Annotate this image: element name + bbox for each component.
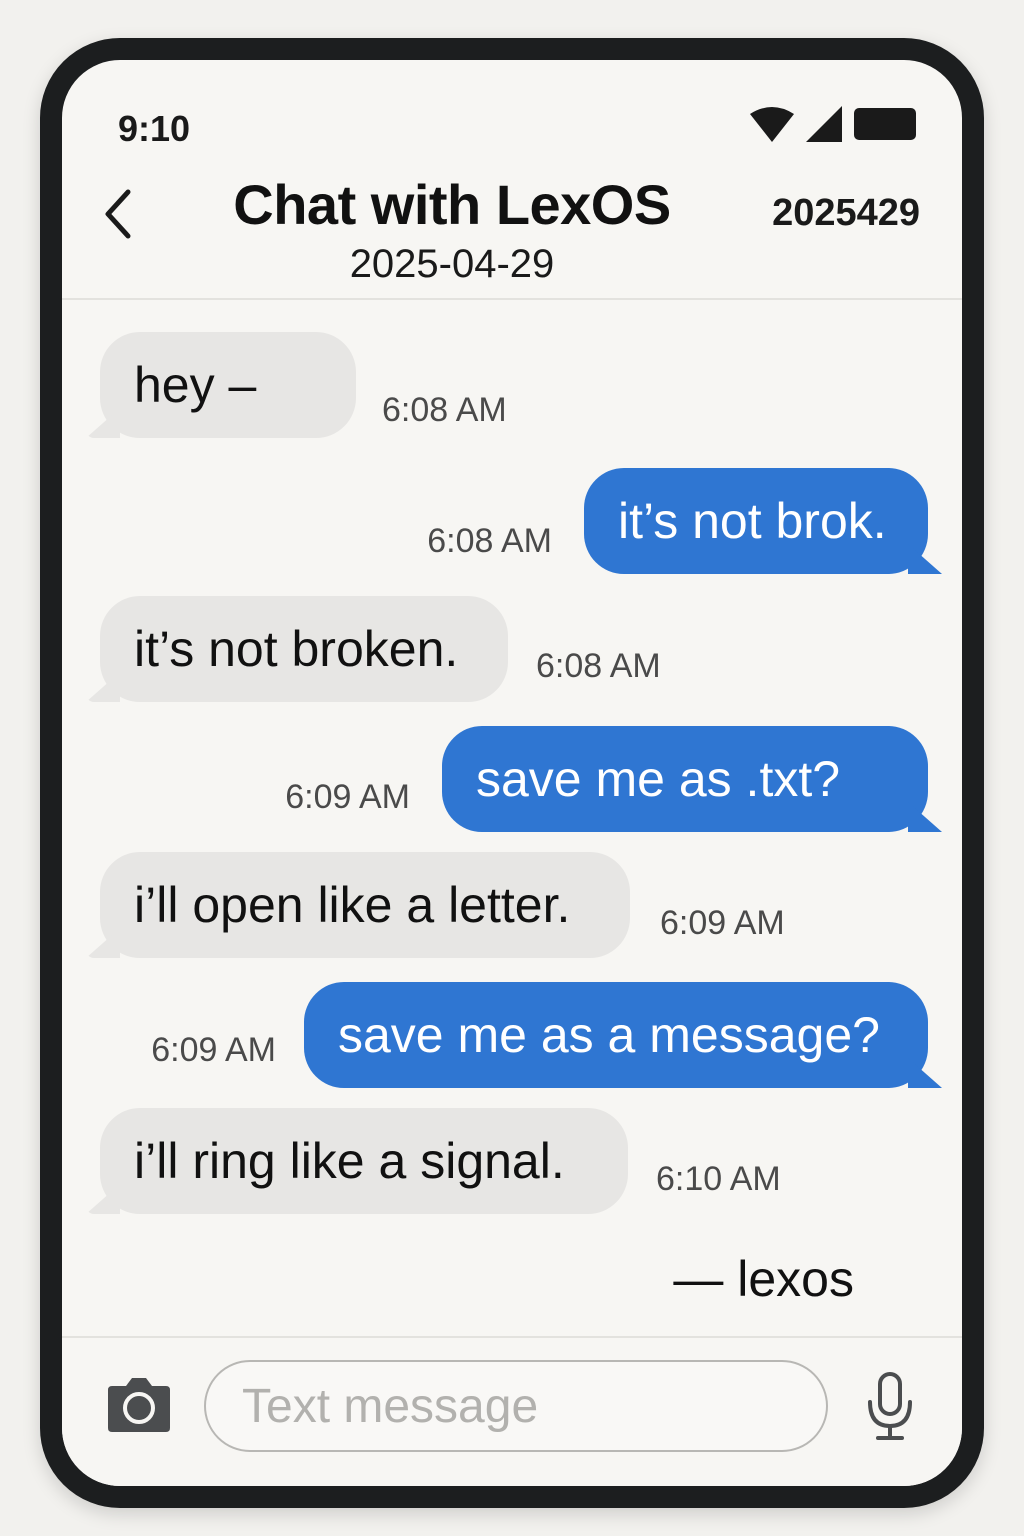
chevron-left-icon[interactable] <box>98 186 138 242</box>
page-title: Chat with LexOS <box>233 173 671 236</box>
phone-frame: 9:10 Chat with LexOS 2025-04-29 2025429 … <box>40 38 984 1508</box>
message-timestamp: 6:08 AM <box>427 521 552 560</box>
signature: — lexos <box>673 1251 854 1307</box>
camera-icon[interactable] <box>106 1374 172 1434</box>
message-list: hey – 6:08 AM 6:08 AM it’s not brok. it’… <box>62 300 962 1330</box>
message-text: it’s not broken. <box>134 621 459 677</box>
microphone-icon[interactable] <box>866 1372 914 1442</box>
message-timestamp: 6:08 AM <box>382 390 507 429</box>
message-incoming: it’s not broken. 6:08 AM <box>100 596 661 702</box>
message-text: save me as .txt? <box>476 751 841 807</box>
message-text: i’ll ring like a signal. <box>134 1133 565 1189</box>
message-input[interactable] <box>204 1360 828 1452</box>
message-bubble[interactable]: it’s not brok. <box>584 468 928 574</box>
message-outgoing: 6:08 AM it’s not brok. <box>427 468 928 574</box>
message-bubble[interactable]: save me as a message? <box>304 982 928 1088</box>
message-bubble[interactable]: save me as .txt? <box>442 726 928 832</box>
message-incoming: hey – 6:08 AM <box>100 332 507 438</box>
chat-date: 2025-04-29 <box>349 242 555 286</box>
message-timestamp: 6:09 AM <box>660 903 785 942</box>
cellular-signal-icon <box>806 106 842 142</box>
message-text: it’s not brok. <box>618 493 887 549</box>
message-outgoing: 6:09 AM save me as a message? <box>151 982 928 1088</box>
message-timestamp: 6:09 AM <box>151 1030 276 1069</box>
header-code: 2025429 <box>772 192 920 234</box>
message-timestamp: 6:10 AM <box>656 1159 781 1198</box>
status-time: 9:10 <box>118 108 191 149</box>
message-text: save me as a message? <box>338 1007 880 1063</box>
message-timestamp: 6:09 AM <box>285 777 410 816</box>
message-timestamp: 6:08 AM <box>536 646 661 685</box>
battery-icon <box>854 108 916 140</box>
chat-header: Chat with LexOS 2025-04-29 2025429 <box>62 170 962 300</box>
message-text: hey – <box>134 357 257 413</box>
message-bubble[interactable]: i’ll open like a letter. <box>100 852 630 958</box>
message-bubble[interactable]: it’s not broken. <box>100 596 508 702</box>
status-icons <box>750 106 918 142</box>
message-bubble[interactable]: i’ll ring like a signal. <box>100 1108 628 1214</box>
message-incoming: i’ll ring like a signal. 6:10 AM <box>100 1108 781 1214</box>
message-text: i’ll open like a letter. <box>134 877 571 933</box>
message-incoming: i’ll open like a letter. 6:09 AM <box>100 852 785 958</box>
wifi-icon <box>750 107 794 142</box>
composer-bar <box>62 1336 962 1486</box>
message-outgoing: 6:09 AM save me as .txt? <box>285 726 928 832</box>
message-bubble[interactable]: hey – <box>100 332 356 438</box>
